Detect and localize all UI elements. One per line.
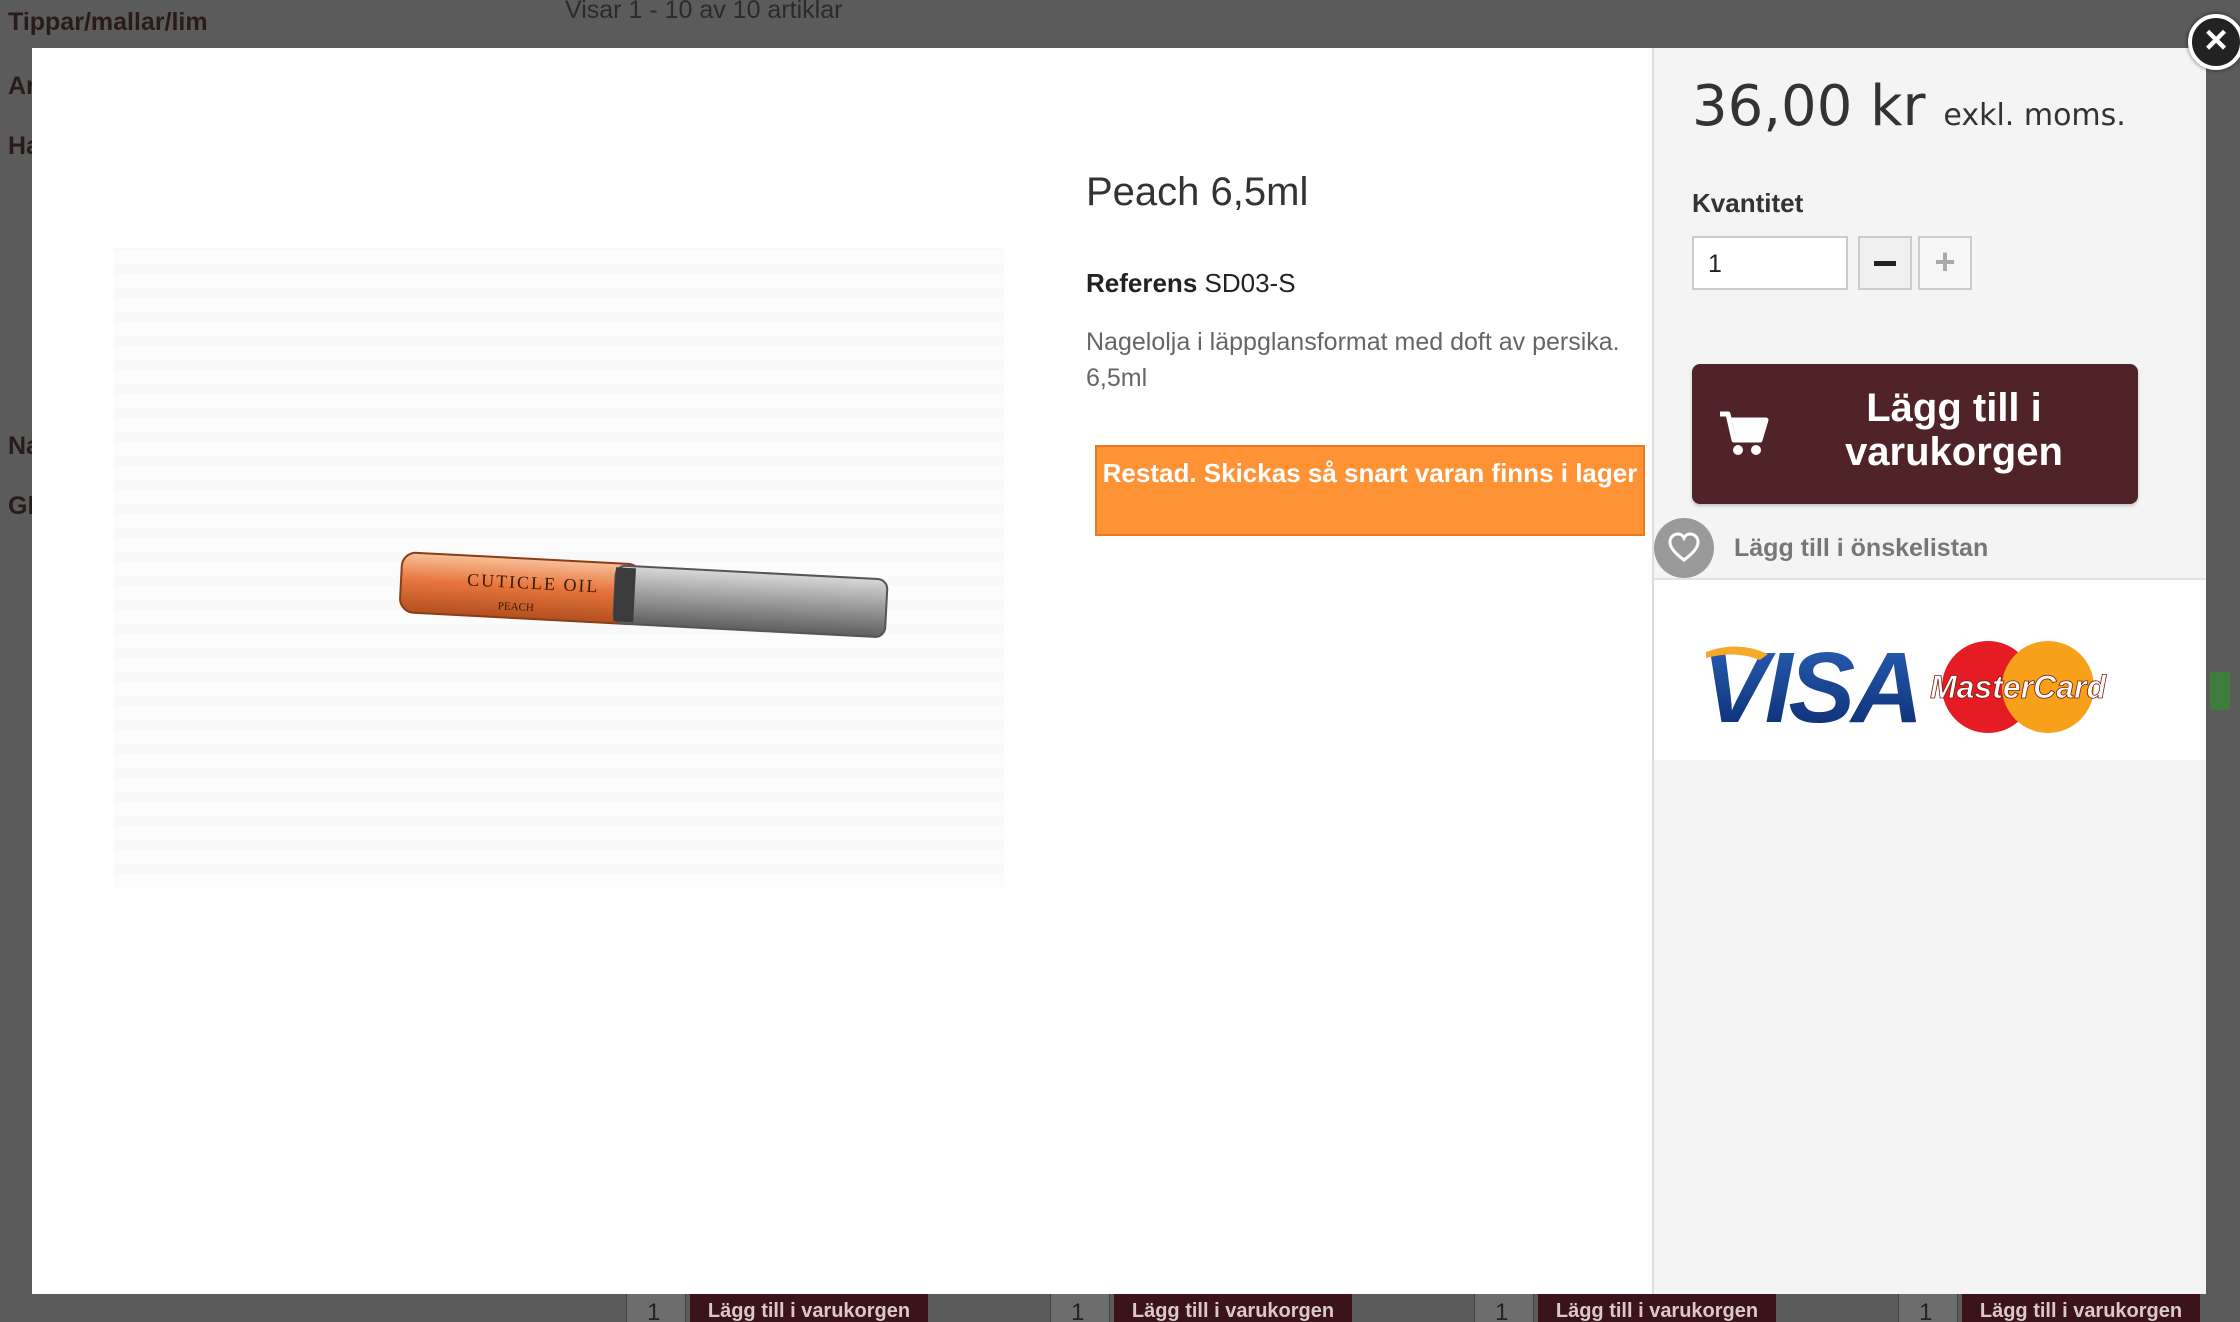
product-image: CUTICLE OIL PEACH xyxy=(114,248,1004,888)
minus-icon[interactable] xyxy=(1858,236,1912,290)
quantity-label: Kvantitet xyxy=(1692,188,1804,218)
mastercard-logo: MasterCard xyxy=(1930,669,2108,705)
heart-icon xyxy=(1654,518,1714,578)
wishlist-label: Lägg till i önskelistan xyxy=(1734,534,1989,562)
wishlist-link[interactable]: Lägg till i önskelistan xyxy=(1654,518,2206,578)
product-description: Nagelolja i läppglansformat med doft av … xyxy=(1086,328,1620,392)
quantity-input[interactable]: 1 xyxy=(1692,236,1848,290)
cart-icon xyxy=(1720,411,1769,455)
quickview-modal: CUTICLE OIL PEACH Peach 6,5ml Referens S… xyxy=(32,48,2206,1294)
bg-add-cart-button[interactable]: Lägg till i varukorgen xyxy=(690,1292,928,1322)
bg-qty-input[interactable]: 1 xyxy=(1474,1292,1534,1322)
bg-qty-input[interactable]: 1 xyxy=(1898,1292,1958,1322)
add-to-cart-label: Lägg till i varukorgen xyxy=(1845,386,2063,474)
price-value: 36,00 kr xyxy=(1692,74,1926,139)
reference-label: Referens xyxy=(1086,268,1198,298)
stock-status-message: Restad. Skickas så snart varan finns i l… xyxy=(1095,445,1645,536)
bg-category-5[interactable]: Gl xyxy=(8,492,34,521)
bg-add-cart-button[interactable]: Lägg till i varukorgen xyxy=(1538,1292,1776,1322)
bg-qty-input[interactable]: 1 xyxy=(626,1292,686,1322)
product-image-sublabel: PEACH xyxy=(497,600,534,614)
product-title: Peach 6,5ml xyxy=(1086,170,1309,214)
bg-add-cart-button[interactable]: Lägg till i varukorgen xyxy=(1114,1292,1352,1322)
reference-value: SD03-S xyxy=(1204,268,1296,298)
product-price: 36,00 kr exkl. moms. xyxy=(1692,74,2126,139)
bg-category-1[interactable]: Tippar/mallar/lim xyxy=(8,8,208,37)
payment-logos: VISA MasterCard xyxy=(1654,580,2206,760)
buy-panel: 36,00 kr exkl. moms. Kvantitet 1 + Lägg … xyxy=(1652,48,2206,1294)
plus-icon[interactable]: + xyxy=(1918,236,1972,290)
bg-result-count: Visar 1 - 10 av 10 artiklar xyxy=(565,0,843,24)
product-reference: Referens SD03-S xyxy=(1086,268,1296,299)
add-to-cart-button[interactable]: Lägg till i varukorgen xyxy=(1692,364,2138,504)
close-icon[interactable]: × xyxy=(2188,14,2240,70)
bg-badge xyxy=(2210,672,2230,710)
price-tax-note: exkl. moms. xyxy=(1943,98,2126,133)
bg-add-cart-button[interactable]: Lägg till i varukorgen xyxy=(1962,1292,2200,1322)
bg-qty-input[interactable]: 1 xyxy=(1050,1292,1110,1322)
